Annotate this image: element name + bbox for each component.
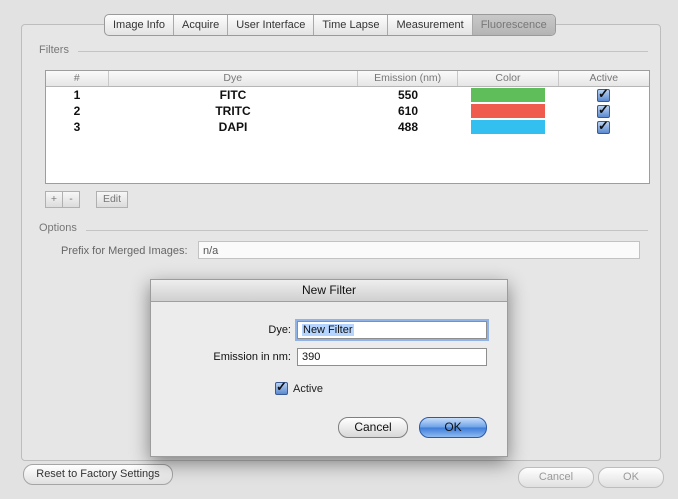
filters-divider: [78, 51, 648, 52]
row-dye: DAPI: [218, 120, 248, 134]
column-header-color[interactable]: Color: [458, 71, 559, 86]
column-header-number[interactable]: #: [46, 71, 109, 86]
table-header: # Dye Emission (nm) Color Active: [46, 71, 649, 87]
add-filter-button[interactable]: +: [45, 191, 63, 208]
row-dye: FITC: [219, 88, 247, 102]
column-header-emission[interactable]: Emission (nm): [358, 71, 459, 86]
column-header-dye[interactable]: Dye: [109, 71, 358, 86]
tab-image-info[interactable]: Image Info: [105, 15, 174, 35]
active-checkbox-label: Active: [293, 382, 323, 395]
active-checkbox[interactable]: [275, 379, 288, 395]
active-checkbox[interactable]: [597, 86, 610, 102]
reset-factory-settings-button[interactable]: Reset to Factory Settings: [23, 464, 173, 485]
emission-label: Emission in nm:: [213, 351, 291, 363]
active-checkbox[interactable]: [597, 118, 610, 134]
filters-table: # Dye Emission (nm) Color Active 1 FITC 55…: [45, 70, 650, 184]
row-active: [558, 118, 649, 135]
dialog-ok-button[interactable]: OK: [419, 417, 487, 438]
options-divider: [86, 230, 648, 231]
dialog-cancel-button[interactable]: Cancel: [338, 417, 408, 438]
row-number: 2: [73, 104, 81, 118]
row-emission: 610: [397, 104, 419, 118]
row-number: 1: [73, 88, 81, 102]
filters-group-label: Filters: [39, 44, 69, 56]
prefix-input[interactable]: n/a: [198, 241, 640, 259]
ok-button[interactable]: OK: [598, 467, 664, 488]
dialog-title: New Filter: [151, 280, 507, 302]
row-emission: 488: [397, 120, 419, 134]
row-color: [458, 103, 558, 119]
column-header-active[interactable]: Active: [559, 71, 649, 86]
tab-fluorescence[interactable]: Fluorescence: [472, 15, 555, 35]
dye-label: Dye:: [268, 324, 291, 336]
emission-input[interactable]: 390: [297, 348, 487, 366]
table-row[interactable]: 1 FITC 550: [46, 86, 649, 103]
active-checkbox-row[interactable]: Active: [275, 379, 323, 395]
table-row[interactable]: 3 DAPI 488: [46, 118, 649, 135]
row-color: [458, 119, 558, 135]
color-swatch[interactable]: [471, 104, 545, 118]
color-swatch[interactable]: [471, 120, 545, 134]
color-swatch[interactable]: [471, 88, 545, 102]
tab-user-interface[interactable]: User Interface: [228, 15, 315, 35]
tab-time-lapse[interactable]: Time Lapse: [314, 15, 389, 35]
row-number: 3: [73, 120, 81, 134]
remove-filter-button[interactable]: -: [62, 191, 80, 208]
prefix-label: Prefix for Merged Images:: [61, 245, 188, 257]
new-filter-dialog: New Filter Dye: New Filter Emission in n…: [150, 279, 508, 457]
tab-acquire[interactable]: Acquire: [174, 15, 229, 35]
tab-bar: Image Info Acquire User Interface Time L…: [104, 14, 556, 36]
row-dye: TRITC: [215, 104, 251, 118]
edit-filter-button[interactable]: Edit: [96, 191, 128, 208]
tab-measurement[interactable]: Measurement: [388, 15, 473, 35]
row-color: [458, 87, 558, 103]
options-group-label: Options: [39, 222, 77, 234]
table-row[interactable]: 2 TRITC 610: [46, 102, 649, 119]
row-emission: 550: [397, 88, 419, 102]
preferences-window: Image Info Acquire User Interface Time L…: [0, 0, 678, 499]
dye-input[interactable]: New Filter: [297, 321, 487, 339]
active-checkbox[interactable]: [597, 102, 610, 118]
cancel-button[interactable]: Cancel: [518, 467, 594, 488]
dye-input-value: New Filter: [302, 324, 354, 336]
